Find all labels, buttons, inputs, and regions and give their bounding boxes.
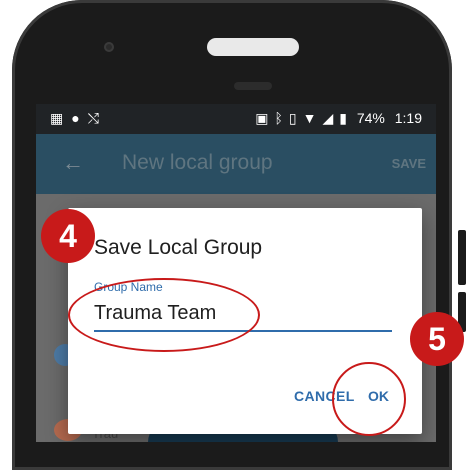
step-5-badge: 5: [410, 312, 464, 366]
earpiece-speaker: [207, 38, 299, 56]
battery-percent: 74%: [356, 110, 385, 126]
battery-icon: ▮: [339, 110, 347, 126]
volume-button: [458, 230, 466, 285]
step-4-badge: 4: [41, 209, 95, 263]
proximity-sensor: [234, 82, 272, 90]
notification-icon: ▦: [50, 110, 72, 126]
status-left-icons: ▦●⤭: [50, 110, 107, 127]
app-bar: ← New local group SAVE: [36, 134, 436, 194]
clock: 1:19: [394, 110, 422, 126]
missed-call-icon: ⤭: [87, 110, 107, 126]
status-right-icons: ▣ ᛒ ▯ ▼ ◢ ▮ 74% 1:19: [249, 110, 422, 127]
save-button[interactable]: SAVE: [392, 156, 426, 171]
vibrate-icon: ▯: [288, 110, 297, 126]
android-icon: ●: [71, 110, 88, 126]
status-bar: ▦●⤭ ▣ ᛒ ▯ ▼ ◢ ▮ 74% 1:19: [36, 104, 436, 134]
front-camera-icon: [104, 42, 114, 52]
lte-signal-icon: ◢: [322, 110, 334, 126]
dialog-title: Save Local Group: [94, 236, 263, 259]
annotation-circle-ok: [332, 362, 406, 436]
back-arrow-icon[interactable]: ←: [62, 150, 84, 176]
wifi-icon: ▼: [302, 110, 317, 126]
page-title: New local group: [122, 151, 273, 174]
bluetooth-icon: ᛒ: [274, 110, 283, 126]
cast-icon: ▣: [255, 110, 269, 126]
annotation-circle-input: [68, 278, 260, 352]
